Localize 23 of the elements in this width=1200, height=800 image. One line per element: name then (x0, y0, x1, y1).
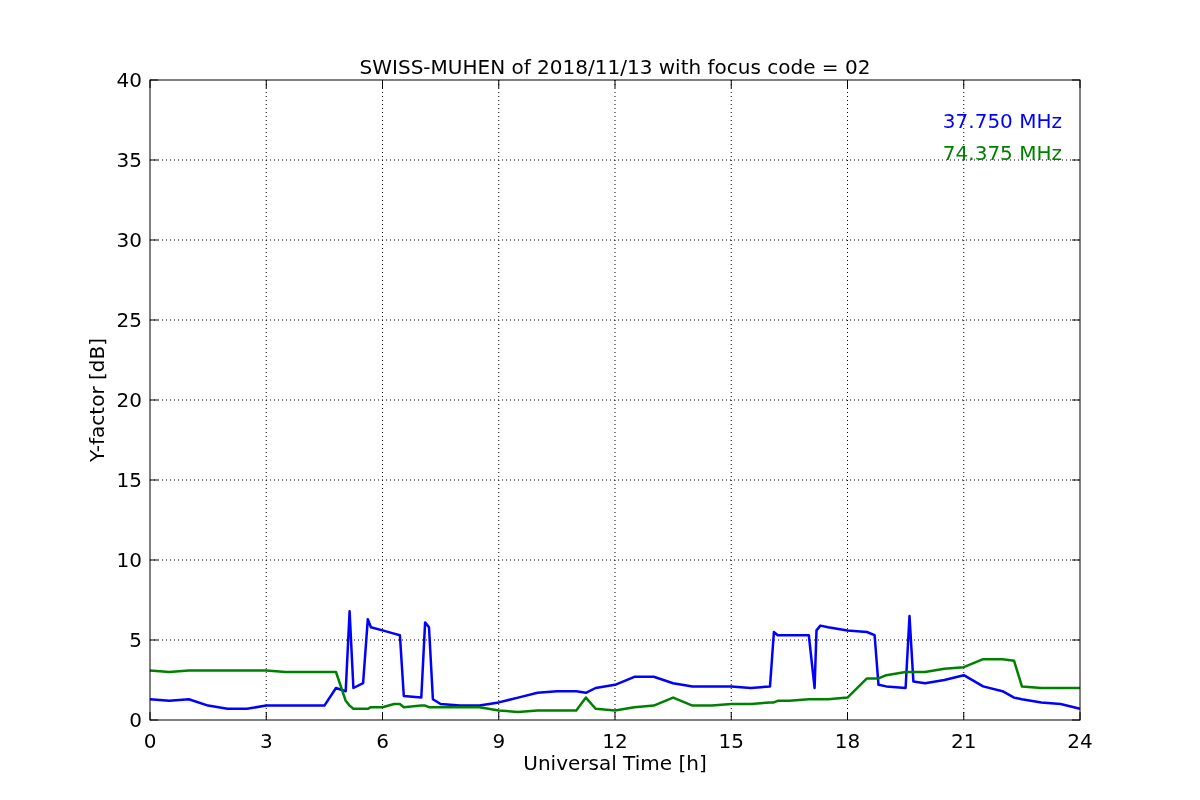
chart-title: SWISS-MUHEN of 2018/11/13 with focus code = 02 (359, 55, 871, 79)
x-axis-label: Universal Time [h] (523, 751, 707, 775)
x-tick-label: 12 (602, 729, 628, 753)
legend-label: 37.750 MHz (942, 109, 1062, 133)
x-tick-label: 15 (718, 729, 744, 753)
y-tick-label: 25 (116, 308, 142, 332)
x-tick-label: 18 (834, 729, 861, 753)
x-tick-label: 0 (143, 729, 157, 753)
x-tick-label: 24 (1067, 729, 1093, 753)
y-tick-label: 15 (116, 468, 142, 492)
y-tick-label: 5 (129, 628, 142, 652)
x-tick-label: 3 (259, 729, 273, 753)
y-tick-label: 0 (129, 708, 142, 732)
y-tick-label: 30 (116, 228, 142, 252)
y-tick-label: 20 (116, 388, 142, 412)
legend-label: 74.375 MHz (942, 141, 1062, 165)
y-axis-label: Y-factor [dB] (85, 338, 109, 462)
y-tick-label: 35 (116, 148, 142, 172)
x-tick-label: 6 (376, 729, 389, 753)
y-tick-label: 40 (116, 68, 142, 92)
x-tick-label: 9 (492, 729, 506, 753)
x-tick-label: 21 (951, 729, 977, 753)
y-tick-label: 10 (116, 548, 142, 572)
